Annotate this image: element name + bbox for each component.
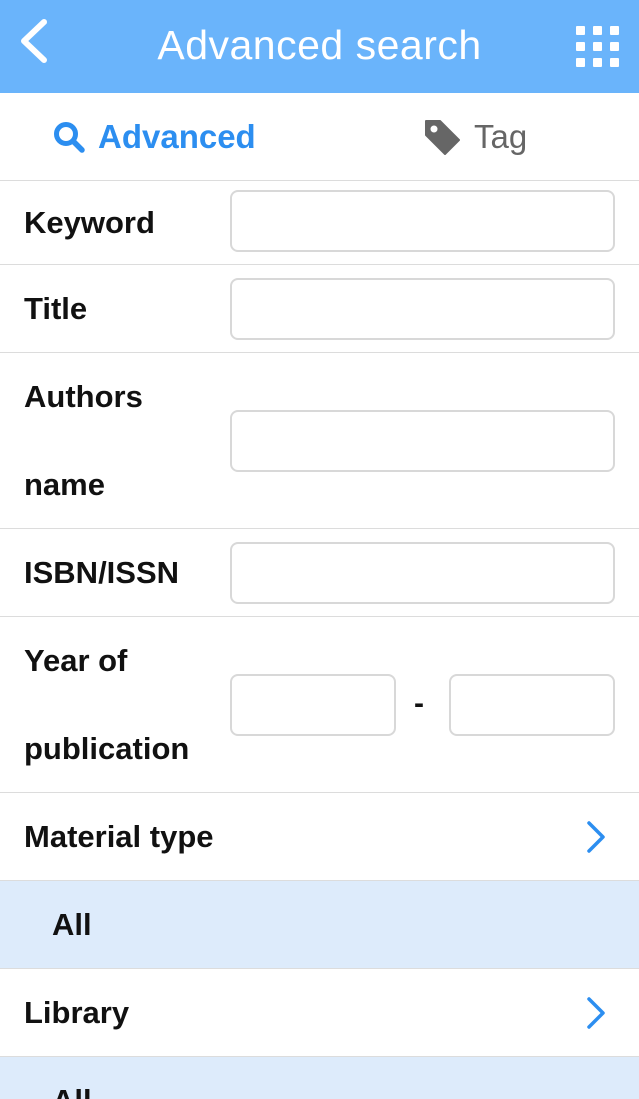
year-to-input[interactable] (449, 674, 615, 736)
material-type-label: Material type (24, 819, 214, 854)
material-type-value: All (52, 907, 92, 942)
authors-label-line2: name (24, 467, 105, 502)
title-input[interactable] (230, 278, 615, 340)
material-type-value-row[interactable]: All (0, 881, 639, 969)
authors-label-line1: Authors (24, 379, 143, 414)
keyword-row: Keyword (0, 181, 639, 265)
year-from-input[interactable] (230, 674, 396, 736)
app-header: Advanced search (0, 0, 639, 93)
year-separator: - (414, 687, 424, 720)
library-value-row[interactable]: All (0, 1057, 639, 1099)
search-icon (54, 122, 85, 153)
title-label: Title (24, 291, 88, 326)
search-mode-tabs: Advanced Tag (0, 93, 639, 181)
title-row: Title (0, 265, 639, 353)
page-title: Advanced search (157, 22, 482, 68)
isbn-label: ISBN/ISSN (24, 555, 180, 590)
library-value: All (52, 1057, 92, 1099)
keyword-input[interactable] (230, 190, 615, 252)
isbn-row: ISBN/ISSN (0, 529, 639, 617)
chevron-right-icon[interactable] (584, 819, 608, 855)
grid-icon[interactable] (574, 24, 622, 70)
library-label: Library (24, 995, 130, 1030)
chevron-right-icon[interactable] (584, 995, 608, 1031)
authors-row: Authors name (0, 353, 639, 529)
tab-tag[interactable]: Tag (422, 93, 527, 181)
tag-icon (425, 120, 460, 155)
year-label-line1: Year of (24, 643, 128, 678)
authors-input[interactable] (230, 410, 615, 472)
year-label-line2: publication (24, 731, 190, 766)
tab-advanced[interactable]: Advanced (52, 93, 256, 181)
library-row[interactable]: Library (0, 969, 639, 1057)
isbn-input[interactable] (230, 542, 615, 604)
keyword-label: Keyword (24, 205, 155, 240)
material-type-row[interactable]: Material type (0, 793, 639, 881)
tab-advanced-label: Advanced (98, 118, 256, 155)
tab-tag-label: Tag (474, 118, 528, 155)
year-row: Year of publication - (0, 617, 639, 793)
